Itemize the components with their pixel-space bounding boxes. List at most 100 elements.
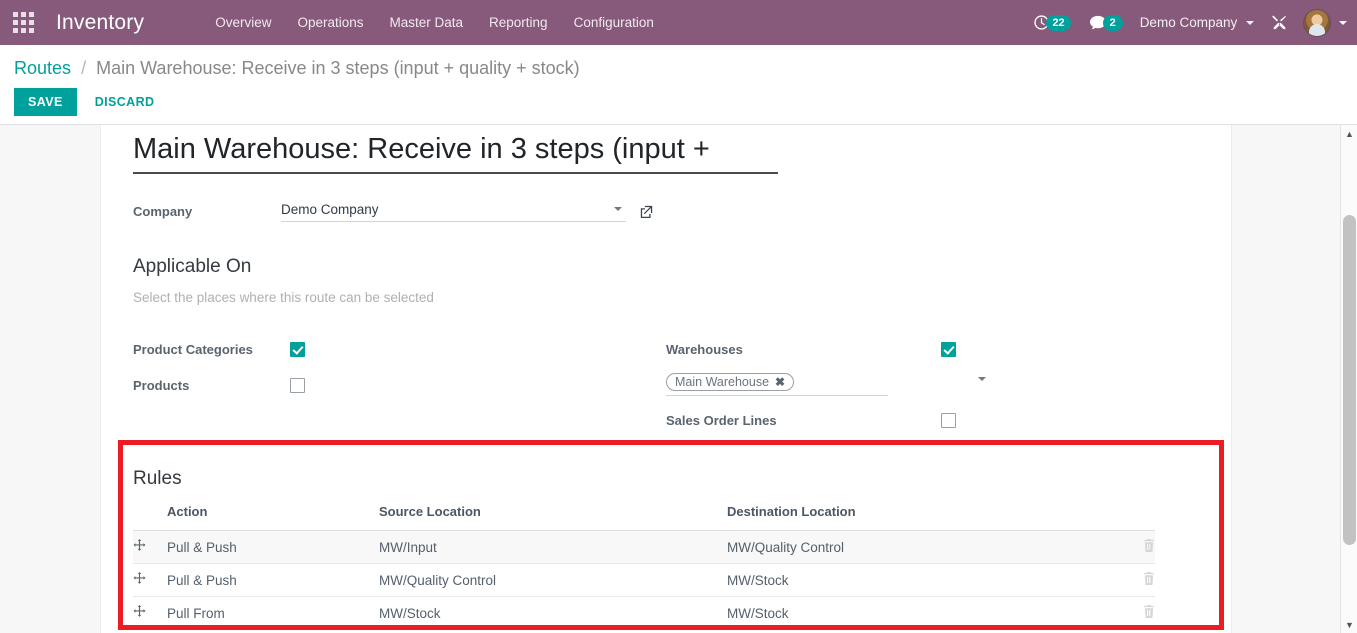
row-drag-cell[interactable] xyxy=(133,629,167,633)
rules-table-head: Action Source Location Destination Locat… xyxy=(133,504,1155,531)
activities-button[interactable]: 22 xyxy=(1024,0,1079,45)
rules-table-body: Pull & Push MW/Input MW/Quality Control xyxy=(133,530,1155,633)
rules-table: Action Source Location Destination Locat… xyxy=(133,504,1155,633)
drag-handle-icon[interactable] xyxy=(133,572,147,588)
trash-icon[interactable] xyxy=(1143,605,1155,621)
chevron-down-icon[interactable] xyxy=(978,377,986,381)
record-title-row xyxy=(133,125,1199,174)
rules-header-handle xyxy=(133,504,167,531)
cell-destination: MW/Stock xyxy=(727,563,1115,597)
table-row[interactable]: Pull From MW/Stock MW/Stock xyxy=(133,596,1155,630)
warehouses-tags-field: Main Warehouse ✖ xyxy=(666,373,986,396)
tag-main-warehouse[interactable]: Main Warehouse ✖ xyxy=(666,373,795,391)
row-delete-cell[interactable] xyxy=(1115,563,1155,597)
row-drag-cell[interactable] xyxy=(133,530,167,564)
warehouses-tags-line[interactable]: Main Warehouse ✖ xyxy=(666,373,888,396)
cell-action: Pull & Push xyxy=(167,563,379,597)
activities-count-badge: 22 xyxy=(1046,14,1071,31)
chevron-down-icon[interactable] xyxy=(614,207,622,211)
breadcrumb-item-current: Main Warehouse: Receive in 3 steps (inpu… xyxy=(96,58,580,78)
applicable-on-columns: Product Categories Products Warehouses M xyxy=(133,337,1199,444)
apps-grid-icon xyxy=(12,12,34,33)
cell-action: Manufacture xyxy=(167,629,379,633)
top-navbar: Inventory Overview Operations Master Dat… xyxy=(0,0,1357,45)
applicable-on-left-column: Product Categories Products xyxy=(133,337,666,444)
navbar-right-section: 22 2 Demo Company xyxy=(1024,0,1357,45)
warehouses-label: Warehouses xyxy=(666,342,743,357)
rules-header-source: Source Location xyxy=(379,504,727,531)
scrollbar-thumb[interactable] xyxy=(1343,215,1356,545)
rules-header-actions xyxy=(1115,504,1155,531)
cell-destination: MW/Quality Control xyxy=(727,530,1115,564)
main-menu: Overview Operations Master Data Reportin… xyxy=(202,0,667,45)
company-field-wrap xyxy=(281,200,626,222)
trash-icon[interactable] xyxy=(1143,539,1155,555)
applicable-on-right-column: Warehouses Main Warehouse ✖ Sales Order … xyxy=(666,337,1199,444)
menu-item-operations[interactable]: Operations xyxy=(284,0,376,45)
scroll-up-button[interactable]: ▲ xyxy=(1341,125,1357,142)
chevron-down-icon xyxy=(1246,21,1254,26)
discard-button[interactable]: DISCARD xyxy=(83,88,167,116)
form-sheet: Company Applicable On Select the places … xyxy=(100,125,1232,633)
warehouses-checkbox[interactable] xyxy=(941,342,956,357)
breadcrumb: Routes / Main Warehouse: Receive in 3 st… xyxy=(14,45,1343,79)
form-view-container: Company Applicable On Select the places … xyxy=(0,125,1357,633)
table-row[interactable]: Manufacture MW/Stock MW/Stock xyxy=(133,629,1155,633)
cell-source: MW/Input xyxy=(379,530,727,564)
route-name-input[interactable] xyxy=(133,133,778,174)
vertical-scrollbar[interactable]: ▲ ▼ xyxy=(1340,125,1357,633)
external-link-icon[interactable] xyxy=(640,205,653,218)
field-row-warehouses: Warehouses xyxy=(666,337,1199,362)
scroll-down-button[interactable]: ▼ xyxy=(1341,616,1357,633)
control-panel: Routes / Main Warehouse: Receive in 3 st… xyxy=(0,45,1357,152)
menu-item-configuration[interactable]: Configuration xyxy=(561,0,667,45)
record-actions: SAVE DISCARD xyxy=(14,88,1343,116)
breadcrumb-separator: / xyxy=(81,58,87,78)
drag-handle-icon[interactable] xyxy=(133,539,147,555)
menu-item-master-data[interactable]: Master Data xyxy=(377,0,477,45)
applicable-on-heading: Applicable On xyxy=(133,256,252,277)
save-button[interactable]: SAVE xyxy=(14,88,77,116)
product-categories-checkbox[interactable] xyxy=(290,342,305,357)
sales-order-lines-checkbox[interactable] xyxy=(941,413,956,428)
menu-item-overview[interactable]: Overview xyxy=(202,0,284,45)
table-row[interactable]: Pull & Push MW/Quality Control MW/Stock xyxy=(133,563,1155,597)
messages-count-badge: 2 xyxy=(1102,14,1123,31)
close-icon[interactable]: ✖ xyxy=(775,375,785,389)
app-brand-title[interactable]: Inventory xyxy=(46,11,150,35)
rules-section: Rules Action Source Location Destination… xyxy=(133,468,1199,633)
company-switcher-label: Demo Company xyxy=(1139,15,1238,30)
user-menu-chevron-down-icon[interactable] xyxy=(1339,20,1347,25)
apps-menu-button[interactable] xyxy=(0,0,46,45)
messages-button[interactable]: 2 xyxy=(1080,0,1132,45)
products-checkbox[interactable] xyxy=(290,378,305,393)
row-drag-cell[interactable] xyxy=(133,596,167,630)
row-delete-cell[interactable] xyxy=(1115,530,1155,564)
applicable-on-subtitle: Select the places where this route can b… xyxy=(133,290,434,305)
company-field-label: Company xyxy=(133,203,193,219)
field-row-product-categories: Product Categories xyxy=(133,337,666,362)
drag-handle-icon[interactable] xyxy=(133,605,147,621)
row-delete-cell[interactable] xyxy=(1115,629,1155,633)
breadcrumb-item-routes[interactable]: Routes xyxy=(14,58,71,78)
cell-source: MW/Stock xyxy=(379,596,727,630)
cell-source: MW/Quality Control xyxy=(379,563,727,597)
company-input[interactable] xyxy=(281,200,626,222)
company-switcher[interactable]: Demo Company xyxy=(1132,15,1262,30)
field-row-products: Products xyxy=(133,373,666,398)
table-row[interactable]: Pull & Push MW/Input MW/Quality Control xyxy=(133,530,1155,564)
user-avatar[interactable] xyxy=(1303,8,1331,37)
rules-header-action: Action xyxy=(167,504,379,531)
rules-header-row: Action Source Location Destination Locat… xyxy=(133,504,1155,531)
trash-icon[interactable] xyxy=(1143,572,1155,588)
cell-destination: MW/Stock xyxy=(727,596,1115,630)
tag-label: Main Warehouse xyxy=(675,375,770,389)
row-drag-cell[interactable] xyxy=(133,563,167,597)
row-delete-cell[interactable] xyxy=(1115,596,1155,630)
tools-icon xyxy=(1272,15,1286,30)
product-categories-label: Product Categories xyxy=(133,342,253,357)
field-row-sales-order-lines: Sales Order Lines xyxy=(666,408,1199,433)
cell-action: Pull & Push xyxy=(167,530,379,564)
menu-item-reporting[interactable]: Reporting xyxy=(476,0,561,45)
developer-tools-button[interactable] xyxy=(1262,0,1297,45)
